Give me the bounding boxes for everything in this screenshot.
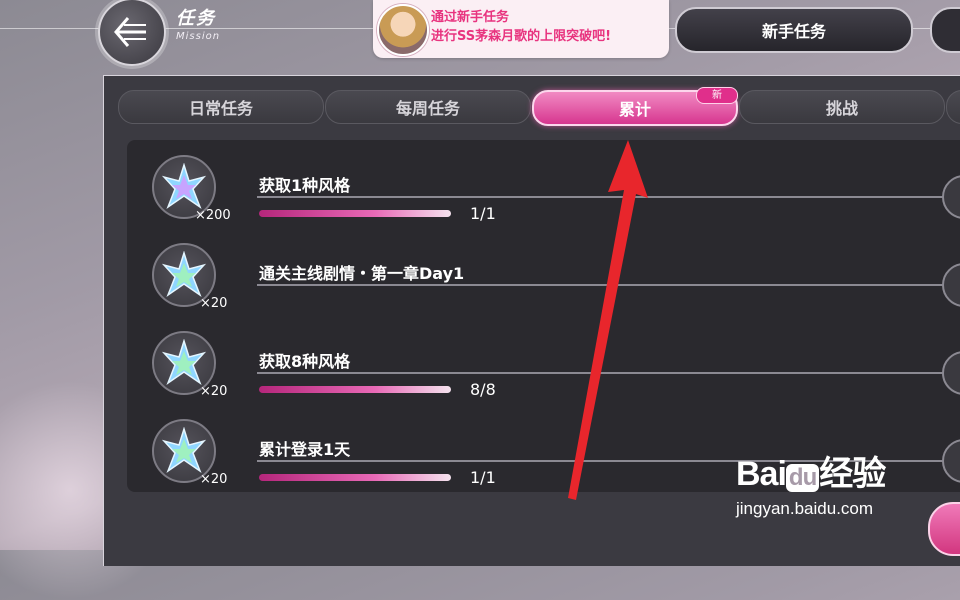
watermark-url: jingyan.baidu.com [736,499,874,518]
progress-text: 1/1 [470,468,496,487]
progress-text: 1/1 [470,204,496,223]
notice-line-1: 通过新手任务 [431,10,510,25]
tab-weekly[interactable]: 每周任务 [325,90,531,124]
tab-more[interactable] [946,90,960,124]
new-badge: 新 [696,87,738,104]
tab-daily[interactable]: 日常任务 [118,90,324,124]
mission-name: 获取8种风格 [259,352,351,371]
progress-text: 8/8 [470,380,496,399]
claim-button[interactable] [942,175,960,219]
list-item: ×200 获取1种风格 1/1 [127,140,960,228]
mission-name: 获取1种风格 [259,176,351,195]
reward-quantity: ×20 [200,472,228,487]
back-arrow-icon [114,17,146,47]
crystal-star-icon [162,163,206,209]
claim-button[interactable] [942,263,960,307]
progress-bar [259,474,451,481]
watermark-logo-du: du [785,464,820,492]
reward-quantity: ×20 [200,296,228,311]
watermark-logo-bai: Bai [736,455,787,493]
claim-button[interactable] [942,351,960,395]
page-title-en: Mission [176,31,221,42]
annotation-arrow-icon [568,140,648,500]
reward-quantity: ×20 [200,384,228,399]
crystal-star-icon [162,251,206,297]
back-button[interactable] [98,0,166,66]
mission-tabs: 日常任务 每周任务 累计 挑战 [118,90,960,126]
page-title: 任务 Mission [176,4,220,42]
mission-name: 通关主线剧情・第一章Day1 [259,264,465,283]
reward-quantity: ×200 [195,208,231,223]
claim-button[interactable] [942,439,960,483]
watermark-logo-jingyan: 经验 [819,455,886,493]
notice-line-2: 进行SS茅森月歌的上限突破吧! [431,29,612,44]
character-avatar [377,4,429,56]
progress-bar [259,386,451,393]
mission-name: 累计登录1天 [259,440,351,459]
crystal-star-icon [162,339,206,385]
baidu-watermark: Bai du经验 jingyan.baidu.com [736,446,886,519]
list-item: ×20 获取8种风格 8/8 [127,316,960,404]
list-item: ×20 通关主线剧情・第一章Day1 [127,228,960,316]
watermark-logo: Bai du经验 [736,446,886,495]
mission-list[interactable]: ×200 获取1种风格 1/1 ×20 通关主线剧情・第一章Day1 ×20 获… [127,140,960,492]
notice-banner[interactable]: 通过新手任务 进行SS茅森月歌的上限突破吧! [373,0,669,58]
notice-text: 通过新手任务 进行SS茅森月歌的上限突破吧! [431,8,611,46]
progress-bar [259,210,451,217]
tab-challenge[interactable]: 挑战 [739,90,945,124]
extra-header-button[interactable] [930,7,960,53]
newbie-mission-button[interactable]: 新手任务 [675,7,913,53]
page-title-zh: 任务 [176,8,216,29]
crystal-star-icon [162,427,206,473]
